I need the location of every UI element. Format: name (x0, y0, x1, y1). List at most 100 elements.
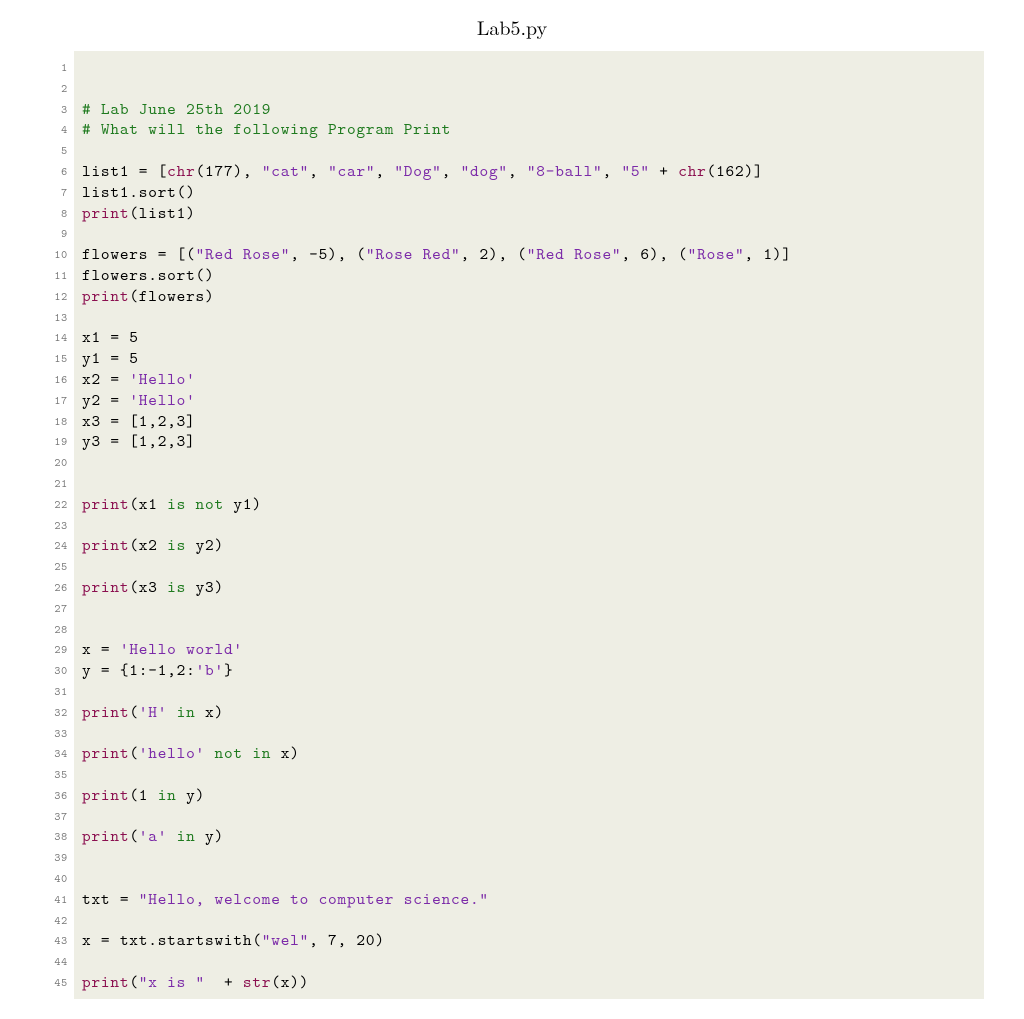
code-token: (162)] (707, 160, 764, 182)
code-line (82, 78, 974, 99)
code-token: , -5), ( (290, 243, 366, 265)
code-token: y1 = 5 (82, 347, 139, 369)
line-number: 32 (40, 702, 68, 723)
line-number: 20 (40, 452, 68, 473)
code-line: # What will the following Program Print (82, 119, 974, 140)
code-line: y = {1:-1,2:'b'} (82, 660, 974, 681)
code-token (167, 825, 176, 847)
page-title: Lab5.py (40, 12, 984, 41)
code-token: print (82, 825, 129, 847)
line-number: 22 (40, 494, 68, 515)
line-number: 37 (40, 806, 68, 827)
code-token: ( (129, 701, 138, 723)
line-number: 11 (40, 265, 68, 286)
code-token: in (177, 701, 196, 723)
code-token: in (158, 784, 177, 806)
code-token: ( (129, 971, 138, 993)
code-token: 'hello' (139, 742, 205, 764)
line-number: 16 (40, 369, 68, 390)
line-number: 38 (40, 826, 68, 847)
code-line: flowers.sort() (82, 265, 974, 286)
code-token: ( (129, 742, 138, 764)
code-line: print("x is " + str(x)) (82, 972, 974, 993)
code-token: (list1) (129, 202, 195, 224)
line-number: 43 (40, 930, 68, 951)
code-token: + (205, 971, 243, 993)
code-line (82, 910, 974, 931)
line-number: 10 (40, 244, 68, 265)
code-line: x = txt.startswith("wel", 7, 20) (82, 930, 974, 951)
code-line: print(x2 is y2) (82, 535, 974, 556)
code-token: x1 = 5 (82, 326, 139, 348)
code-line: x2 = 'Hello' (82, 369, 974, 390)
code-token: 'a' (139, 825, 167, 847)
code-token: , 2), ( (461, 243, 527, 265)
code-line: y3 = [1,2,3] (82, 431, 974, 452)
code-token: "5" (621, 160, 649, 182)
code-token (205, 742, 214, 764)
line-number: 25 (40, 556, 68, 577)
code-line (82, 764, 974, 785)
code-token: list1 = [ (82, 160, 167, 182)
code-line (82, 223, 974, 244)
code-token: txt = (82, 888, 139, 910)
code-token: x2 = (82, 368, 129, 390)
code-line (82, 847, 974, 868)
code-token: x) (271, 742, 299, 764)
line-number: 7 (40, 182, 68, 203)
code-token: , (603, 160, 622, 182)
code-line: # Lab June 25th 2019 (82, 99, 974, 120)
code-token: chr (678, 160, 706, 182)
code-token: is (167, 534, 186, 556)
code-token: "Hello, welcome to computer science." (139, 888, 489, 910)
code-token: , 6), ( (621, 243, 687, 265)
code-line: print('a' in y) (82, 826, 974, 847)
code-token: } (224, 659, 233, 681)
line-number: 12 (40, 286, 68, 307)
line-number: 8 (40, 203, 68, 224)
line-number: 41 (40, 889, 68, 910)
code-token: in (177, 825, 196, 847)
code-token: y = {1:-1,2: (82, 659, 196, 681)
code-token: # What will the following Program Print (82, 118, 451, 140)
code-token: (1 (129, 784, 157, 806)
code-line: print(x3 is y3) (82, 577, 974, 598)
line-number: 17 (40, 390, 68, 411)
line-number: 5 (40, 140, 68, 161)
line-number: 36 (40, 785, 68, 806)
line-number: 14 (40, 327, 68, 348)
code-token: 'H' (139, 701, 167, 723)
code-token: , 1)] (744, 243, 791, 265)
line-number: 6 (40, 161, 68, 182)
code-token: + (650, 160, 678, 182)
code-token (167, 701, 176, 723)
code-token: (flowers) (129, 285, 214, 307)
code-token: y3 = [1,2,3] (82, 430, 196, 452)
code-token: is (167, 576, 186, 598)
code-token: ( (129, 825, 138, 847)
line-number: 24 (40, 535, 68, 556)
code-token: "x is " (139, 971, 205, 993)
code-token: "Red Rose" (196, 243, 291, 265)
code-token: y) (177, 784, 205, 806)
code-token: , (309, 160, 328, 182)
code-token: print (82, 971, 129, 993)
code-token: print (82, 742, 129, 764)
code-token: "Rose" (688, 243, 745, 265)
line-number: 35 (40, 764, 68, 785)
line-number: 23 (40, 515, 68, 536)
code-line: list1 = [chr(177), "cat", "car", "Dog", … (82, 161, 974, 182)
line-number: 33 (40, 723, 68, 744)
line-number: 18 (40, 411, 68, 432)
code-token: print (82, 576, 129, 598)
line-number: 19 (40, 431, 68, 452)
code-token: , (375, 160, 394, 182)
code-line (82, 140, 974, 161)
code-token: "dog" (461, 160, 508, 182)
code-body: # Lab June 25th 2019# What will the foll… (74, 51, 984, 999)
line-number: 2 (40, 78, 68, 99)
code-token: is not (167, 493, 224, 515)
code-token: print (82, 285, 129, 307)
code-line: print(flowers) (82, 286, 974, 307)
code-line (82, 806, 974, 827)
